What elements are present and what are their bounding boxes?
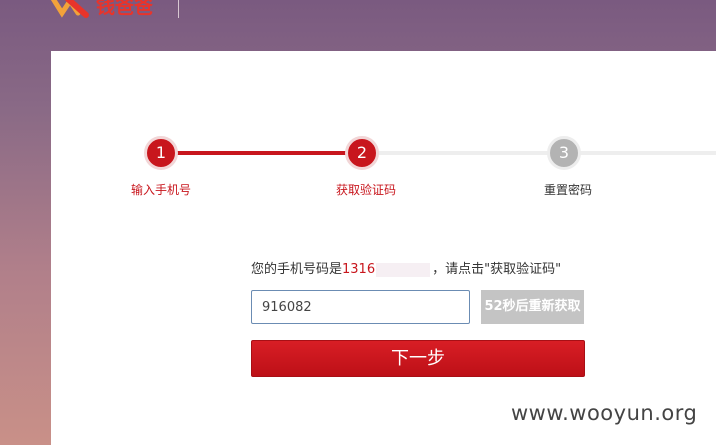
- phone-hint-prefix: 您的手机号码是: [251, 262, 343, 277]
- step-2-circle: 2: [345, 136, 379, 170]
- step-3-label: 重置密码: [543, 183, 592, 197]
- verification-code-input[interactable]: [251, 290, 470, 324]
- step-3-circle: 3: [547, 136, 581, 170]
- logo-text: 钱爸爸: [96, 0, 154, 18]
- watermark-text: www.wooyun.org: [511, 401, 698, 425]
- step-1-label: 输入手机号: [130, 183, 191, 197]
- reset-password-panel: 1 输入手机号 2 获取验证码 3 重置密码 您的手机号码是1316 ，请点击"获…: [51, 51, 716, 445]
- phone-number: 1316: [342, 262, 376, 277]
- resend-code-button[interactable]: 52秒后重新获取: [481, 290, 584, 324]
- step-1-circle: 1: [144, 136, 178, 170]
- logo-mark-icon: [48, 0, 94, 19]
- phone-number-redaction: [376, 262, 431, 277]
- progress-line-complete: [161, 151, 361, 155]
- phone-hint-suffix: ，请点击"获取验证码": [432, 262, 562, 277]
- next-step-button[interactable]: 下一步: [251, 340, 585, 377]
- header-divider: [178, 0, 179, 18]
- site-logo[interactable]: 钱爸爸: [48, 0, 153, 20]
- progress-line-pending: [361, 151, 716, 155]
- step-2-label: 获取验证码: [335, 183, 396, 197]
- progress-steps: 1 输入手机号 2 获取验证码 3 重置密码: [51, 51, 716, 211]
- phone-hint: 您的手机号码是1316 ，请点击"获取验证码": [251, 258, 561, 277]
